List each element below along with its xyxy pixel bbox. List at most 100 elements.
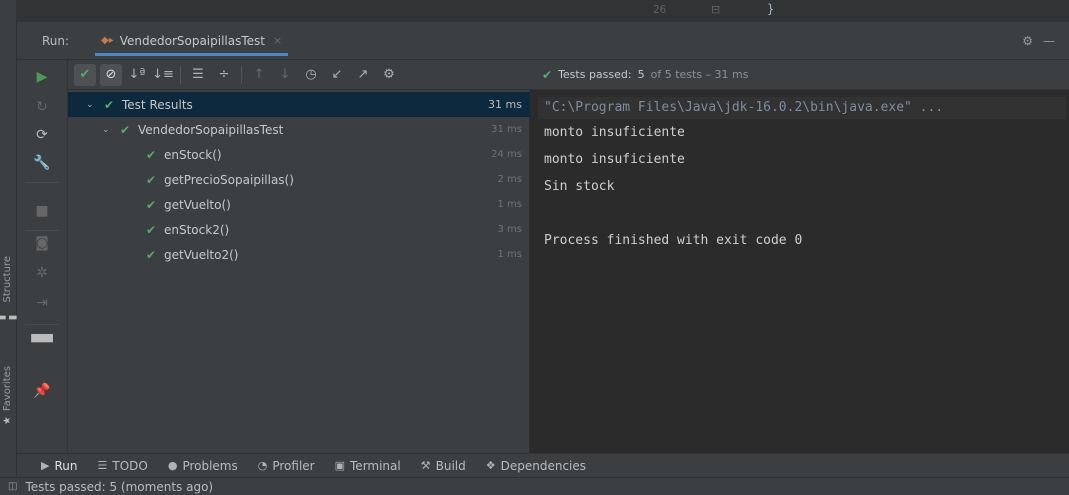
tree-row-test[interactable]: ✔ getVuelto2() 1 ms [68, 242, 530, 267]
import-icon[interactable]: ⇥ [31, 292, 53, 314]
console-command-line[interactable]: "C:\Program Files\Java\jdk-16.0.2\bin\ja… [538, 97, 1066, 119]
left-tool-strip: ▮▮ Structure ★ Favorites [0, 0, 19, 477]
tree-label: enStock2() [164, 222, 230, 237]
tree-label: VendedorSopaipillasTest [138, 122, 284, 137]
pin-icon[interactable]: 📌 [31, 380, 53, 402]
check-icon: ✔ [120, 122, 131, 137]
show-passed-icon[interactable]: ✔ [74, 63, 96, 86]
structure-label: Structure [2, 256, 13, 303]
tree-row-suite[interactable]: ⌄ ✔ VendedorSopaipillasTest 31 ms [68, 117, 530, 142]
editor-gutter-strip: 26 ⊟ } [17, 0, 1069, 22]
favorites-tool-tab[interactable]: ★ Favorites [2, 366, 13, 426]
tab-profiler[interactable]: ◔ Profiler [258, 459, 315, 473]
minus-icon[interactable]: — [1043, 34, 1055, 48]
next-icon[interactable]: ↓ [274, 64, 296, 86]
check-icon: ✔ [146, 197, 157, 212]
tab-run[interactable]: ▶ Run [41, 459, 77, 473]
tab-label: Terminal [350, 458, 401, 473]
run-side-toolbar: ▶ ↻ ⟳ 🔧 ■ ◙ ✲ ⇥ ▀▀ 📌 [17, 60, 68, 453]
structure-tool-tab[interactable]: ▮▮ Structure [0, 256, 19, 329]
tree-label: enStock() [164, 147, 222, 162]
tree-label: getVuelto() [164, 197, 231, 212]
structure-icon: ▮▮ [0, 312, 19, 324]
rerun-icon[interactable]: ▶ [31, 66, 53, 88]
tests-passed-count: 5 [637, 68, 645, 81]
favorites-label: Favorites [2, 366, 13, 412]
check-icon: ✔ [542, 67, 553, 82]
chevron-down-icon[interactable]: ⌄ [86, 100, 94, 110]
chevron-down-icon[interactable]: ⌄ [102, 125, 110, 135]
star-icon: ★ [2, 415, 13, 427]
line-number: 26 [653, 3, 667, 16]
collapse-all-icon[interactable]: ÷ [213, 64, 235, 86]
tree-row-test-results[interactable]: ⌄ ✔ Test Results 31 ms [68, 92, 530, 117]
check-icon: ✔ [104, 97, 115, 112]
wrench-icon[interactable]: 🔧 [31, 152, 53, 174]
show-ignored-icon[interactable]: ⊘ [100, 63, 122, 86]
run-label: Run: [42, 34, 70, 48]
console-line: monto insuficiente [544, 152, 685, 167]
toolbar-divider [180, 65, 181, 84]
run-tab-label: VendedorSopaipillasTest [119, 33, 265, 48]
stop-icon[interactable]: ■ [31, 200, 53, 222]
panel-toggle-icon[interactable]: ◫ [8, 481, 17, 492]
tab-todo[interactable]: ☰ TODO [97, 459, 147, 473]
tree-label: getPrecioSopaipillas() [164, 172, 294, 187]
gear-icon[interactable]: ⚙ [1022, 34, 1033, 48]
rerun-failed-icon[interactable]: ↻ [31, 96, 53, 118]
tab-dependencies[interactable]: ❖ Dependencies [486, 459, 586, 473]
tree-row-test[interactable]: ✔ getVuelto() 1 ms [68, 192, 530, 217]
history-icon[interactable]: ◷ [300, 64, 322, 86]
import-tests-icon[interactable]: ↙ [326, 64, 348, 86]
test-tree-toolbar: ✔ ⊘ ↓ª ↓≡ ☰ ÷ ↑ ↓ ◷ ↙ ↗ ⚙ [68, 60, 530, 90]
toolbar-separator [25, 182, 59, 183]
bug-icon[interactable]: ✲ [31, 262, 53, 284]
tests-passed-detail: of 5 tests – 31 ms [650, 68, 749, 81]
bottom-tool-tabs: ▶ Run ☰ TODO ● Problems ◔ Profiler ▣ Ter… [17, 453, 1069, 477]
tab-label: Build [435, 458, 466, 473]
test-duration: 31 ms [488, 98, 522, 111]
status-text: Tests passed: 5 (moments ago) [25, 479, 214, 494]
toolbar-separator [25, 324, 59, 325]
hammer-icon: ⚒ [420, 459, 431, 472]
run-tool-header: Run: ◆▸ VendedorSopaipillasTest × ⚙ — [17, 22, 1069, 60]
tab-label: Problems [182, 458, 238, 473]
tab-label: Dependencies [500, 458, 587, 473]
camera-icon[interactable]: ◙ [31, 232, 53, 254]
layout-icon[interactable]: ▀▀ [31, 332, 53, 354]
fold-icon[interactable]: ⊟ [711, 3, 720, 16]
ide-status-bar: ◫ Tests passed: 5 (moments ago) [0, 477, 1069, 495]
console-output[interactable]: "C:\Program Files\Java\jdk-16.0.2\bin\ja… [530, 90, 1069, 453]
tab-problems[interactable]: ● Problems [168, 459, 238, 473]
sort-alpha-icon[interactable]: ↓ª [126, 64, 148, 86]
sort-duration-icon[interactable]: ↓≡ [152, 64, 174, 86]
tab-label: TODO [112, 458, 148, 473]
tree-label: getVuelto2() [164, 247, 239, 262]
expand-all-icon[interactable]: ☰ [187, 64, 209, 86]
previous-icon[interactable]: ↑ [248, 64, 270, 86]
test-duration: 1 ms [497, 249, 523, 260]
check-icon: ✔ [146, 147, 157, 162]
test-duration: 1 ms [497, 199, 523, 210]
tree-row-test[interactable]: ✔ enStock() 24 ms [68, 142, 530, 167]
settings-icon[interactable]: ⚙ [378, 64, 400, 86]
tab-terminal[interactable]: ▣ Terminal [335, 459, 401, 473]
list-icon: ☰ [97, 459, 108, 472]
play-icon: ▶ [41, 459, 50, 472]
check-icon: ✔ [146, 247, 157, 262]
test-duration: 31 ms [491, 124, 522, 135]
tab-build[interactable]: ⚒ Build [421, 459, 466, 473]
test-duration: 3 ms [497, 224, 523, 235]
check-icon: ✔ [146, 172, 157, 187]
tree-row-test[interactable]: ✔ getPrecioSopaipillas() 2 ms [68, 167, 530, 192]
console-line: monto insuficiente [544, 125, 685, 140]
test-status-bar: ✔ Tests passed: 5 of 5 tests – 31 ms [530, 60, 1069, 90]
close-icon[interactable]: × [273, 34, 282, 47]
export-tests-icon[interactable]: ↗ [352, 64, 374, 86]
toggle-auto-test-icon[interactable]: ⟳ [31, 124, 53, 146]
tree-label: Test Results [122, 97, 193, 112]
test-duration: 2 ms [497, 174, 523, 185]
run-config-tab[interactable]: ◆▸ VendedorSopaipillasTest × [95, 28, 289, 56]
tree-row-test[interactable]: ✔ enStock2() 3 ms [68, 217, 530, 242]
console-line: Sin stock [544, 179, 615, 194]
